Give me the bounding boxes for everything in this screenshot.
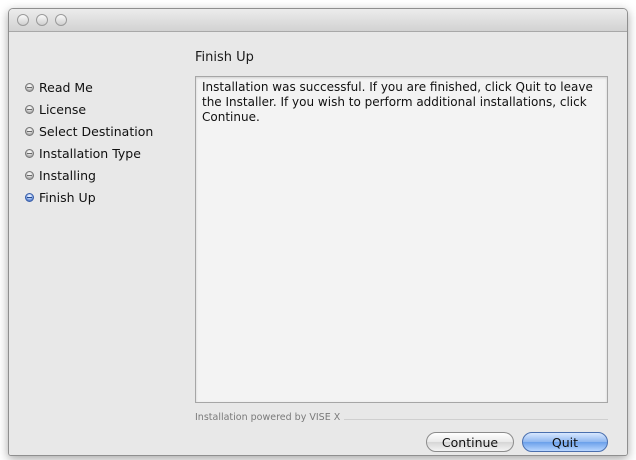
step-finish-up: Finish Up bbox=[25, 186, 191, 208]
section-title: Finish Up bbox=[195, 50, 254, 65]
installer-window: Finish Up Read Me License Select Destina… bbox=[8, 8, 628, 456]
installer-content: Finish Up Read Me License Select Destina… bbox=[9, 32, 627, 455]
step-installing: Installing bbox=[25, 164, 191, 186]
step-bullet-icon bbox=[25, 126, 34, 136]
title-bar bbox=[9, 9, 627, 32]
close-window-button[interactable] bbox=[17, 14, 29, 26]
active-step-bullet-icon bbox=[25, 192, 34, 202]
installer-steps-sidebar: Read Me License Select Destination Insta… bbox=[25, 76, 191, 208]
zoom-window-button[interactable] bbox=[55, 14, 67, 26]
step-installation-type: Installation Type bbox=[25, 142, 191, 164]
powered-by-row: Installation powered by VISE X bbox=[195, 412, 608, 426]
step-bullet-icon bbox=[25, 148, 34, 158]
step-bullet-icon bbox=[25, 170, 34, 180]
step-license: License bbox=[25, 98, 191, 120]
message-text-area[interactable]: Installation was successful. If you are … bbox=[195, 76, 608, 403]
step-label: Select Destination bbox=[39, 123, 154, 139]
step-bullet-icon bbox=[25, 104, 34, 114]
step-label: Finish Up bbox=[39, 189, 96, 205]
completion-message: Installation was successful. If you are … bbox=[202, 80, 593, 124]
quit-button[interactable]: Quit bbox=[522, 432, 608, 452]
step-bullet-icon bbox=[25, 82, 34, 92]
step-label: Read Me bbox=[39, 79, 93, 95]
minimize-window-button[interactable] bbox=[36, 14, 48, 26]
step-label: Installation Type bbox=[39, 145, 141, 161]
step-read-me: Read Me bbox=[25, 76, 191, 98]
step-select-destination: Select Destination bbox=[25, 120, 191, 142]
powered-by-label: Installation powered by VISE X bbox=[195, 412, 345, 423]
continue-button[interactable]: Continue bbox=[426, 432, 514, 452]
step-label: License bbox=[39, 101, 87, 117]
step-label: Installing bbox=[39, 167, 96, 183]
